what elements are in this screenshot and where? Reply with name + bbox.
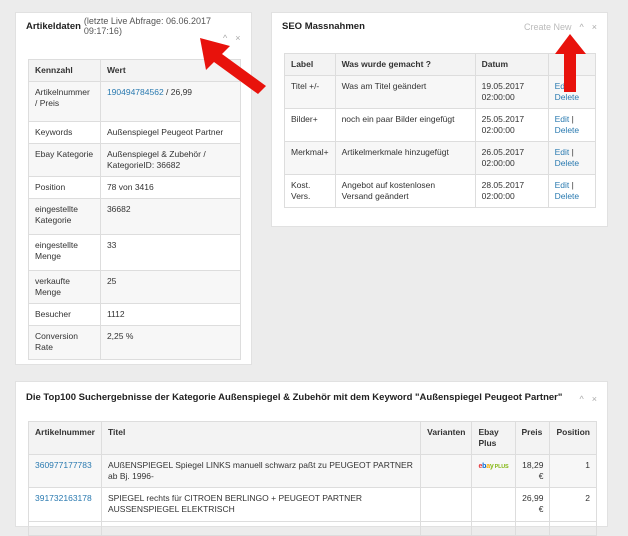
seo-date: 19.05.2017 02:00:00 bbox=[474, 75, 549, 109]
seo-actions: Edit |Delete bbox=[547, 108, 597, 142]
row-value: 2,25 % bbox=[99, 325, 242, 360]
column-header-titel: Titel bbox=[100, 421, 422, 455]
table-row: Titel +/- Was am Titel geändert 19.05.20… bbox=[284, 75, 597, 109]
top100-controls: ^ × bbox=[580, 394, 598, 404]
seo-label: Kost. Vers. bbox=[284, 174, 336, 208]
table-row: Ebay Kategorie Außenspiegel & Zubehör / … bbox=[28, 143, 242, 177]
table-row: 360977177783 AUßENSPIEGEL Spiegel LINKS … bbox=[28, 454, 597, 488]
row-value: 25 bbox=[99, 270, 242, 304]
seo-label: Bilder+ bbox=[284, 108, 336, 142]
column-header-artikelnummer: Artikelnummer bbox=[28, 421, 102, 455]
table-row: Conversion Rate 2,25 % bbox=[28, 325, 242, 360]
result-id: 360977177783 bbox=[28, 454, 102, 488]
red-arrow-icon bbox=[555, 34, 586, 92]
result-variants bbox=[420, 454, 473, 488]
row-label: Conversion Rate bbox=[28, 325, 101, 360]
row-value: 1112 bbox=[99, 303, 242, 326]
table-row: eingestellte Menge 33 bbox=[28, 234, 242, 271]
seo-what: Angebot auf kostenlosen Versand geändert bbox=[334, 174, 476, 208]
row-label: Keywords bbox=[28, 121, 101, 144]
edit-link[interactable]: Edit bbox=[555, 114, 570, 124]
column-header-ebay-plus: Ebay Plus bbox=[471, 421, 516, 455]
artikelnummer-link[interactable]: 391732163178 bbox=[35, 493, 92, 503]
delete-link[interactable]: Delete bbox=[555, 158, 580, 168]
top100-panel: Die Top100 Suchergebnisse der Kategorie … bbox=[15, 381, 608, 536]
artikeldaten-last-query: (letzte Live Abfrage: 06.06.2017 09:17:1… bbox=[83, 16, 211, 36]
row-label: verkaufte Menge bbox=[28, 270, 101, 304]
seo-table: Label Was wurde gemacht ? Datum Titel +/… bbox=[284, 53, 597, 208]
artikelnummer-link[interactable]: 360977177783 bbox=[35, 460, 92, 470]
artikelnummer-link[interactable]: 190494784562 bbox=[107, 87, 164, 97]
seo-actions: Edit |Delete bbox=[547, 174, 597, 208]
seo-label: Titel +/- bbox=[284, 75, 336, 109]
result-title: SPIEGEL rechts für CITROEN BERLINGO + PE… bbox=[100, 487, 422, 522]
seo-what: Was am Titel geändert bbox=[334, 75, 476, 109]
chevron-up-icon[interactable]: ^ bbox=[580, 22, 584, 32]
column-header-kennzahl: Kennzahl bbox=[28, 59, 101, 82]
column-header-preis: Preis bbox=[514, 421, 551, 455]
table-row: eingestellte Kategorie 36682 bbox=[28, 198, 242, 235]
table-row: Besucher 1112 bbox=[28, 303, 242, 326]
row-value: Außenspiegel & Zubehör / KategorieID: 36… bbox=[99, 143, 242, 177]
artikeldaten-title: Artikeldaten bbox=[26, 20, 81, 32]
result-ebay-plus bbox=[471, 487, 516, 522]
row-label: eingestellte Kategorie bbox=[28, 198, 101, 235]
row-value: 33 bbox=[99, 234, 242, 271]
result-price: 26,99 € bbox=[514, 487, 551, 522]
table-row: 391732163178 SPIEGEL rechts für CITROEN … bbox=[28, 487, 597, 522]
row-label: Ebay Kategorie bbox=[28, 143, 101, 177]
table-row: verkaufte Menge 25 bbox=[28, 270, 242, 304]
seo-date: 25.05.2017 02:00:00 bbox=[474, 108, 549, 142]
row-label: Position bbox=[28, 176, 101, 199]
seo-title: SEO Massnahmen bbox=[282, 20, 365, 32]
table-row: Bilder+ noch ein paar Bilder eingefügt 2… bbox=[284, 108, 597, 142]
result-variants bbox=[420, 487, 473, 522]
column-header-position: Position bbox=[549, 421, 597, 455]
row-label: eingestellte Menge bbox=[28, 234, 101, 271]
delete-link[interactable]: Delete bbox=[555, 125, 580, 135]
table-row: Kost. Vers. Angebot auf kostenlosen Vers… bbox=[284, 174, 597, 208]
column-header-datum: Datum bbox=[474, 53, 549, 76]
edit-link[interactable]: Edit bbox=[555, 180, 570, 190]
row-value: 78 von 3416 bbox=[99, 176, 242, 199]
row-value: Außenspiegel Peugeot Partner bbox=[99, 121, 242, 144]
result-id: 391732163178 bbox=[28, 487, 102, 522]
seo-label: Merkmal+ bbox=[284, 141, 336, 175]
seo-date: 26.05.2017 02:00:00 bbox=[474, 141, 549, 175]
table-row: Position 78 von 3416 bbox=[28, 176, 242, 199]
red-arrow-icon bbox=[200, 38, 266, 94]
result-position: 2 bbox=[549, 487, 597, 522]
ebay-plus-logo: ebayPLUS bbox=[478, 463, 509, 470]
close-icon[interactable]: × bbox=[592, 394, 597, 404]
result-title: AUßENSPIEGEL Spiegel LINKS manuell schwa… bbox=[100, 454, 422, 488]
result-price: 18,29 € bbox=[514, 454, 551, 488]
seo-controls: Create New ^ × bbox=[524, 22, 597, 32]
table-row bbox=[28, 521, 597, 536]
row-value: 36682 bbox=[99, 198, 242, 235]
column-header-what: Was wurde gemacht ? bbox=[334, 53, 476, 76]
edit-link[interactable]: Edit bbox=[555, 147, 570, 157]
seo-what: Artikelmerkmale hinzugefügt bbox=[334, 141, 476, 175]
seo-date: 28.05.2017 02:00:00 bbox=[474, 174, 549, 208]
seo-actions: Edit |Delete bbox=[547, 141, 597, 175]
table-row: Keywords Außenspiegel Peugeot Partner bbox=[28, 121, 242, 144]
table-row: Merkmal+ Artikelmerkmale hinzugefügt 26.… bbox=[284, 141, 597, 175]
artikeldaten-table: Kennzahl Wert Artikelnummer / Preis 1904… bbox=[28, 59, 242, 360]
result-ebay-plus: ebayPLUS bbox=[471, 454, 516, 488]
column-header-varianten: Varianten bbox=[420, 421, 473, 455]
top100-table: Artikelnummer Titel Varianten Ebay Plus … bbox=[28, 421, 597, 536]
top100-header: Die Top100 Suchergebnisse der Kategorie … bbox=[26, 382, 597, 412]
price-value: / 26,99 bbox=[163, 87, 193, 97]
create-new-button[interactable]: Create New bbox=[524, 22, 572, 32]
column-header-label: Label bbox=[284, 53, 336, 76]
delete-link[interactable]: Delete bbox=[555, 191, 580, 201]
row-label: Artikelnummer / Preis bbox=[28, 81, 101, 122]
seo-what: noch ein paar Bilder eingefügt bbox=[334, 108, 476, 142]
top100-title: Die Top100 Suchergebnisse der Kategorie … bbox=[26, 391, 563, 403]
result-position: 1 bbox=[549, 454, 597, 488]
row-label: Besucher bbox=[28, 303, 101, 326]
close-icon[interactable]: × bbox=[592, 22, 597, 32]
chevron-up-icon[interactable]: ^ bbox=[580, 394, 584, 404]
